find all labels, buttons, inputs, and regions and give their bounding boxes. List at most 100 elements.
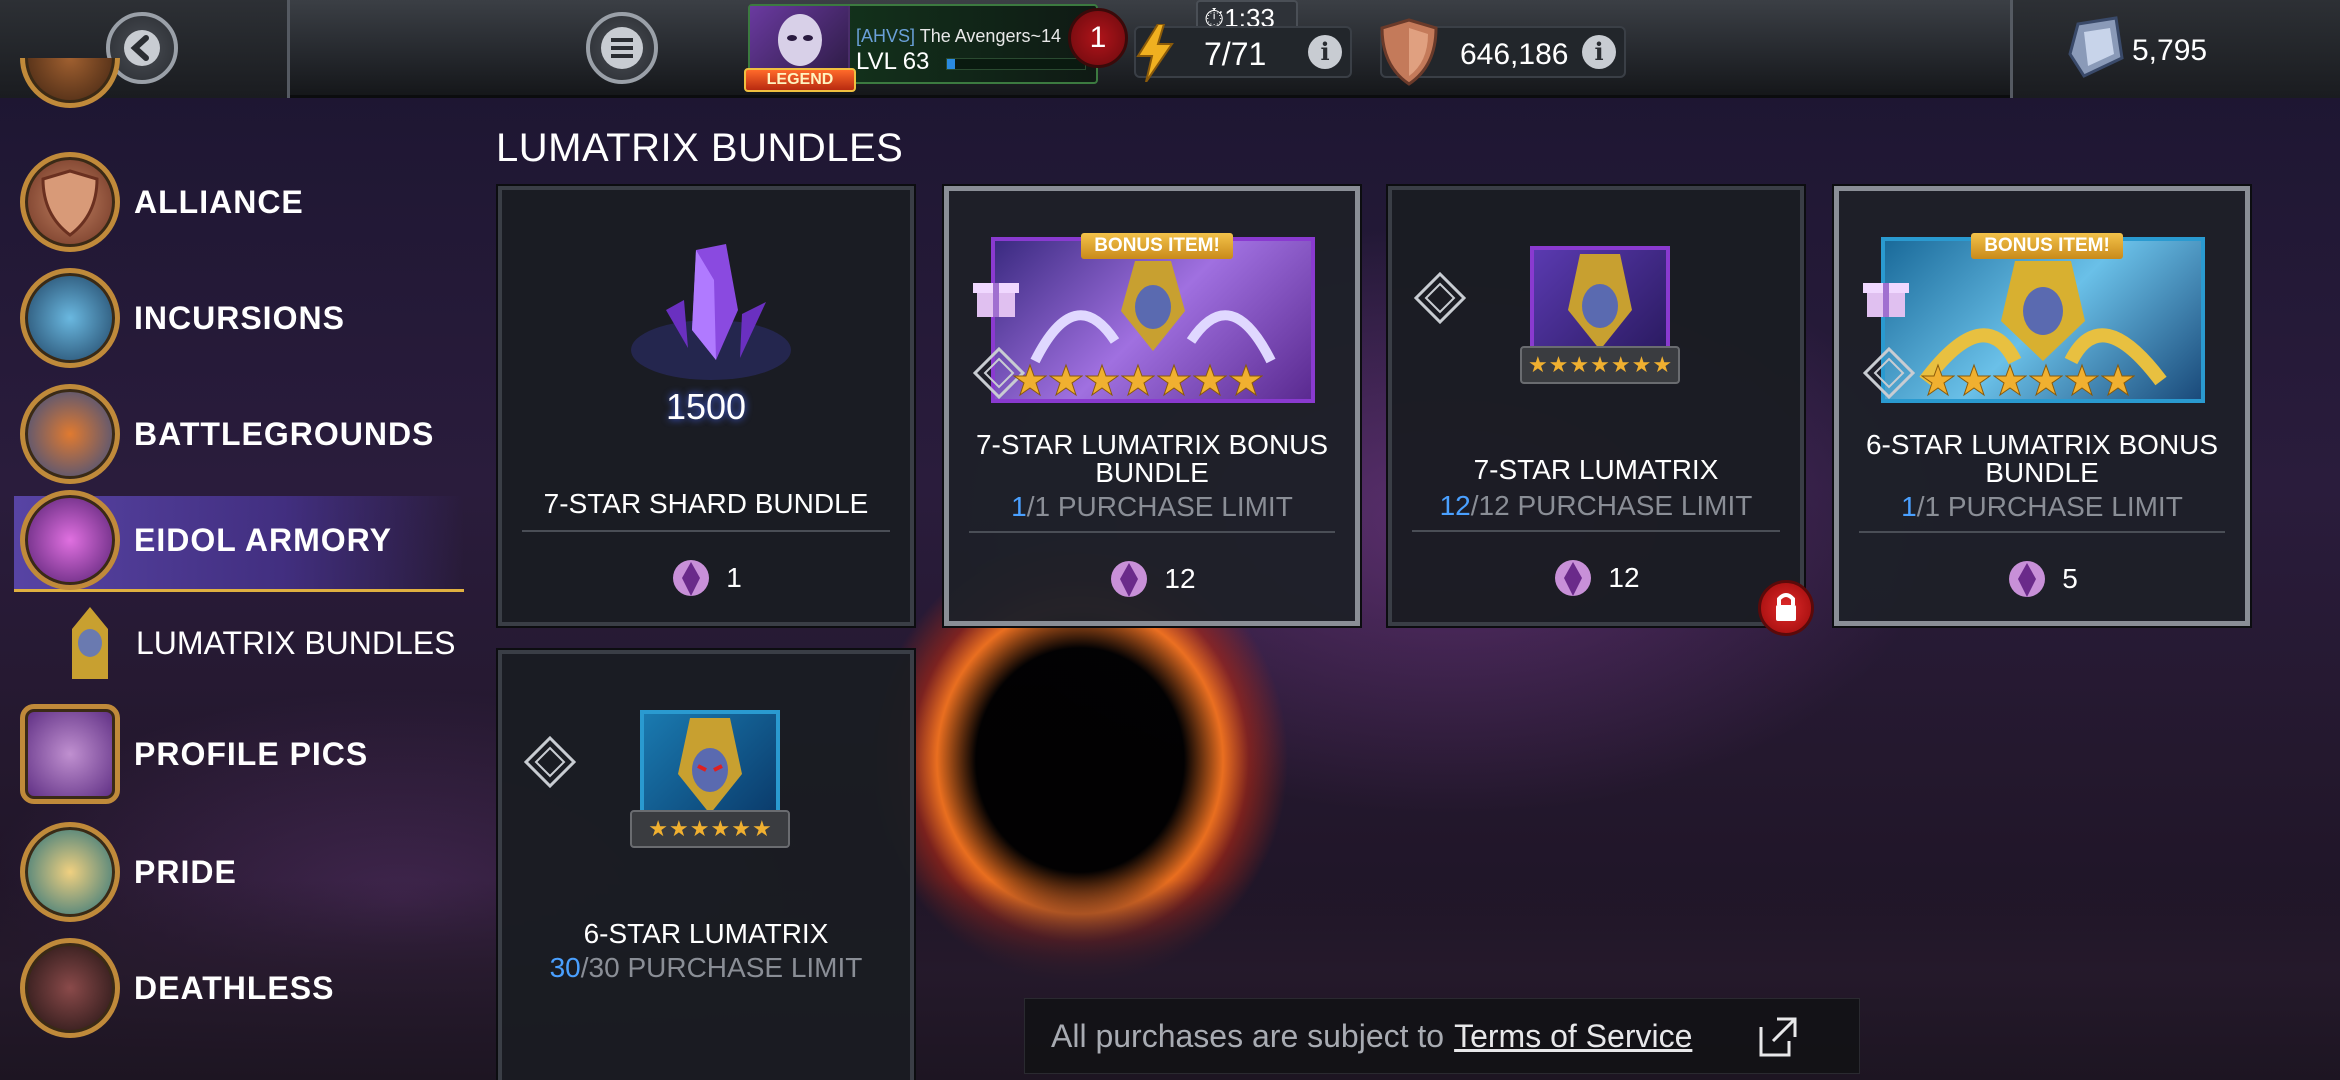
star-icon [1049, 363, 1083, 397]
partial-emblem-icon [20, 58, 120, 108]
padlock-icon [1776, 593, 1796, 621]
card-price: 12 [949, 551, 1355, 607]
sidebar-subitem-lumatrix-bundles[interactable]: LUMATRIX BUNDLES [50, 603, 470, 683]
champion-portrait-icon [678, 718, 742, 814]
gift-box-icon [973, 283, 1019, 317]
card-price: 5 [1839, 551, 2245, 607]
star-icon [2065, 363, 2099, 397]
champion-portrait-icon [1568, 254, 1632, 350]
star-icon [1085, 363, 1119, 397]
lumatrix-icon [72, 607, 108, 679]
star-icon [1993, 363, 2027, 397]
limit-current: 30 [549, 952, 581, 983]
bundle-card-7-star-bonus[interactable]: BONUS ITEM! 7-STAR LUMATRIX BONUS BUNDLE… [944, 186, 1360, 626]
sidebar-subitem-label: LUMATRIX BUNDLES [136, 625, 456, 661]
sidebar-item-label: BATTLEGROUNDS [134, 416, 435, 452]
bundle-card-6-star-lumatrix[interactable]: ★ ★ ★ ★ ★ ★ 6-STAR LUMATRIX 30/30 PURCHASE LI… [498, 650, 914, 1080]
sidebar-item-label: DEATHLESS [134, 970, 335, 1006]
sidebar-item-label: ALLIANCE [134, 184, 304, 220]
star-icon [1193, 363, 1227, 397]
seven-star-rating: ★ ★ ★ ★ ★ ★ ★ [1520, 346, 1680, 384]
sidebar-item-alliance[interactable]: ALLIANCE [14, 142, 464, 252]
arena-info-icon[interactable]: i [1582, 35, 1616, 69]
star-icon [1229, 363, 1263, 397]
bonus-item-ribbon: BONUS ITEM! [1081, 233, 1233, 259]
sidebar-item-battlegrounds[interactable]: BATTLEGROUNDS [14, 374, 464, 484]
card-divider [969, 531, 1335, 533]
hamburger-menu-icon [601, 27, 643, 69]
alliance-title: The Avengers~14 [919, 26, 1061, 46]
profile-pics-icon [20, 704, 120, 804]
price-value: 5 [2062, 563, 2078, 594]
legend-badge: LEGEND [744, 68, 856, 92]
page-title: LUMATRIX BUNDLES [496, 126, 904, 170]
alliance-name: [AHVS] The Avengers~14 [856, 26, 1061, 47]
energy-bolt-icon [1136, 24, 1174, 82]
player-profile-panel[interactable]: LEGEND [AHVS] The Avengers~14 LVL 63 [744, 4, 1098, 92]
sidebar-item-label: EIDOL ARMORY [134, 522, 392, 558]
incursions-icon [20, 268, 120, 368]
shard-amount: 1500 [665, 386, 747, 427]
price-value: 12 [1164, 563, 1196, 594]
limit-text: /12 PURCHASE LIMIT [1470, 490, 1753, 521]
deathless-icon [20, 938, 120, 1038]
xp-progress-bar [946, 58, 1086, 70]
purchase-limit: 12/12 PURCHASE LIMIT [1392, 490, 1800, 522]
eidol-currency-icon [2009, 561, 2046, 597]
pride-icon [20, 822, 120, 922]
star-icon [1013, 363, 1047, 397]
six-star-rating: ★ ★ ★ ★ ★ ★ [630, 810, 790, 848]
notification-badge[interactable]: 1 [1068, 8, 1128, 68]
arena-points-value: 646,186 [1460, 38, 1569, 71]
six-star-rating [1921, 363, 2135, 397]
limit-current: 12 [1439, 490, 1471, 521]
purchase-limit: 1/1 PURCHASE LIMIT [1839, 491, 2245, 523]
purchase-limit: 30/30 PURCHASE LIMIT [502, 952, 910, 984]
sidebar-item-deathless[interactable]: DEATHLESS [14, 928, 464, 1038]
limit-text: /1 PURCHASE LIMIT [1026, 491, 1293, 522]
units-panel[interactable]: 5,795 [2060, 14, 2300, 84]
price-value: 1 [726, 562, 742, 593]
external-link-icon[interactable] [1755, 1015, 1799, 1059]
xp-progress-fill [947, 59, 956, 69]
terms-of-service-link[interactable]: Terms of Service [1454, 1018, 1692, 1055]
seven-star-rating [1013, 363, 1263, 397]
sidebar-item-incursions[interactable]: INCURSIONS [14, 258, 464, 368]
card-title: 6-STAR LUMATRIX BONUS BUNDLE [1865, 429, 2219, 488]
sidebar-item-label: INCURSIONS [134, 300, 345, 336]
diamond-badge-icon [1414, 272, 1466, 324]
alliance-tag: [AHVS] [856, 26, 916, 46]
arena-points-panel[interactable]: 646,186 i [1380, 18, 1626, 86]
energy-info-icon[interactable]: i [1308, 35, 1342, 69]
menu-button[interactable] [586, 12, 658, 84]
limit-text: /30 PURCHASE LIMIT [580, 952, 863, 983]
star-icon [2029, 363, 2063, 397]
sidebar-item-pride[interactable]: PRIDE [14, 812, 464, 922]
eidol-currency-icon [1111, 561, 1148, 597]
diamond-badge-icon [524, 736, 576, 788]
bonus-item-ribbon: BONUS ITEM! [1971, 233, 2123, 259]
eidol-armory-icon [20, 490, 120, 590]
eidol-currency-icon [673, 560, 710, 596]
lock-icon[interactable] [1758, 580, 1814, 636]
sidebar-item-profile-pics[interactable]: PROFILE PICS [14, 694, 464, 804]
card-divider [1412, 530, 1780, 532]
energy-panel[interactable]: 7/71 i [1134, 24, 1352, 82]
bundle-card-7-star-lumatrix[interactable]: ★ ★ ★ ★ ★ ★ ★ 7-STAR LUMATRIX 12/12 PURCHASE L… [1388, 186, 1804, 626]
purchase-limit: 1/1 PURCHASE LIMIT [949, 491, 1355, 523]
player-level: LVL 63 [856, 48, 930, 75]
star-icon [1957, 363, 1991, 397]
bundle-card-6-star-bonus[interactable]: BONUS ITEM! 6-STAR LUMATRIX BONUS BUNDLE… [1834, 186, 2250, 626]
sidebar-item-partial[interactable] [14, 58, 464, 118]
card-title: 7-STAR LUMATRIX BONUS BUNDLE [975, 429, 1329, 488]
card-price: 12 [1392, 550, 1800, 606]
tos-prefix: All purchases are subject to [1051, 1017, 1445, 1054]
sidebar-item-eidol-armory[interactable]: EIDOL ARMORY [14, 490, 464, 592]
battlegrounds-icon [20, 384, 120, 484]
star-icon [1157, 363, 1191, 397]
gift-box-icon [1863, 283, 1909, 317]
limit-text: /1 PURCHASE LIMIT [1916, 491, 2183, 522]
diamond-badge-icon [1863, 347, 1915, 399]
units-crystal-icon [2068, 16, 2124, 78]
bundle-card-7-star-shard[interactable]: 1500 7-STAR SHARD BUNDLE 1 [498, 186, 914, 626]
